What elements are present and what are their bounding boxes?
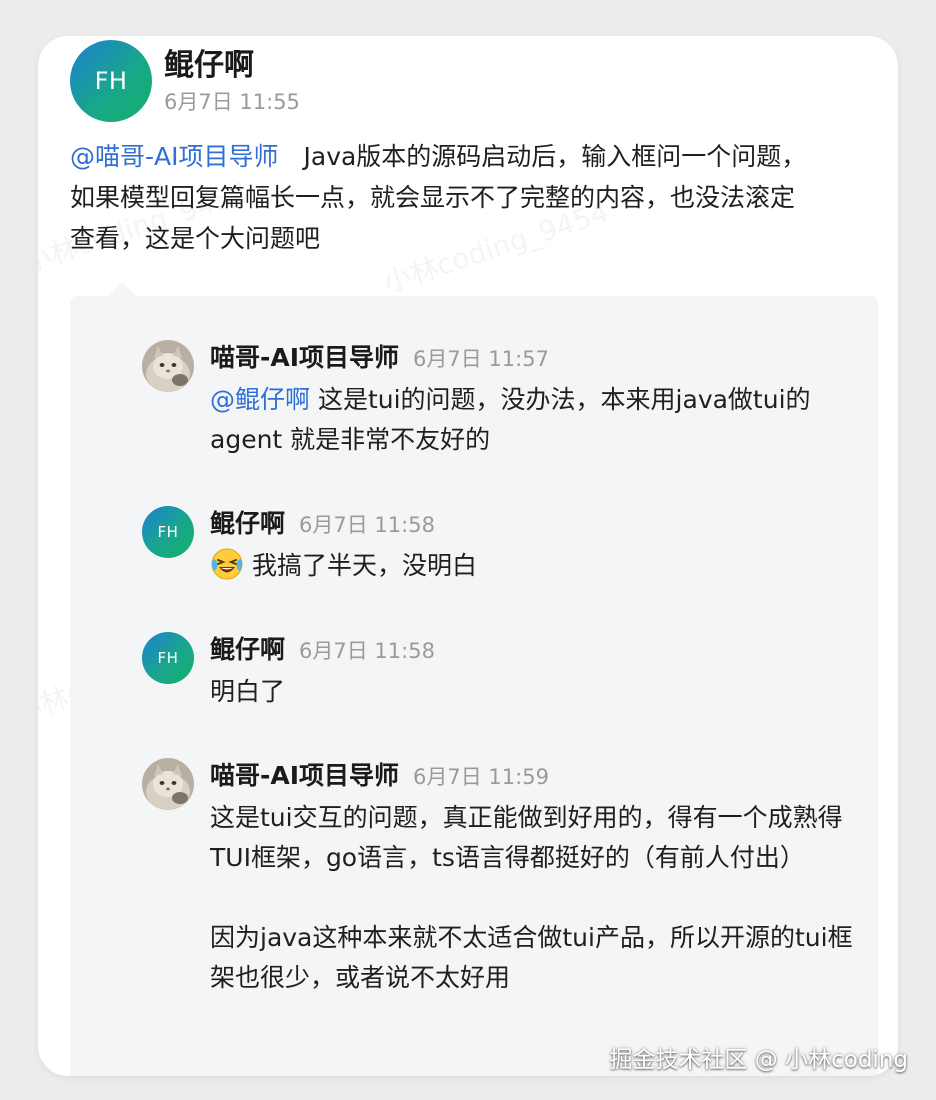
reply-content: 明白了 — [210, 677, 286, 706]
reply-content: 这是tui交互的问题，真正能做到好用的，得有一个成熟得TUI框架，go语言，ts… — [210, 798, 870, 998]
reply-timestamp: 6月7日 11:59 — [413, 765, 549, 789]
cat-avatar-image — [142, 340, 194, 392]
author-name[interactable]: 鲲仔啊 — [164, 40, 254, 84]
avatar[interactable] — [142, 758, 194, 810]
author-name[interactable]: 鲲仔啊 — [210, 635, 285, 664]
reply-content: @鲲仔啊 这是tui的问题，没办法，本来用java做tui的agent 就是非常… — [210, 380, 870, 460]
mention-link[interactable]: @鲲仔啊 — [210, 385, 310, 414]
screenshot-page: 小林coding_9454 小林coding_9454 小林coding_945… — [0, 0, 936, 1100]
reply-text: 我搞了半天，没明白 — [252, 551, 478, 580]
reply-timestamp: 6月7日 11:58 — [299, 513, 435, 537]
crying-laughing-face-icon — [211, 548, 243, 580]
reply-box-pointer — [108, 282, 136, 296]
reply-author[interactable]: 鲲仔啊 6月7日 11:58 — [210, 504, 435, 540]
reply-item: 喵哥-AI项目导师 6月7日 11:59 这是tui交互的问题，真正能做到好用的，… — [142, 756, 853, 1076]
comment-card: 小林coding_9454 小林coding_9454 小林coding_945… — [38, 36, 898, 1076]
reply-item: 喵哥-AI项目导师 6月7日 11:57 @鲲仔啊 这是tui的问题，没办法，本来… — [142, 338, 842, 468]
source-watermark: 掘金技术社区 @ 小林coding — [609, 1047, 908, 1073]
avatar[interactable]: FH — [142, 506, 194, 558]
reply-item: FH 鲲仔啊 6月7日 11:58 我搞了半天，没明白 — [142, 504, 842, 604]
reply-content: 我搞了半天，没明白 — [210, 546, 870, 586]
reply-author[interactable]: 鲲仔啊 6月7日 11:58 — [210, 630, 435, 666]
author-name[interactable]: 鲲仔啊 — [210, 509, 285, 538]
post-timestamp: 6月7日 11:55 — [164, 90, 300, 114]
avatar[interactable]: FH — [142, 632, 194, 684]
reply-paragraph: 因为java这种本来就不太适合做tui产品，所以开源的tui框架也很少，或者说不… — [210, 923, 853, 992]
mention-link[interactable]: @喵哥-AI项目导师 — [70, 142, 279, 171]
reply-timestamp: 6月7日 11:57 — [413, 347, 549, 371]
reply-author[interactable]: 喵哥-AI项目导师 6月7日 11:59 — [210, 756, 549, 792]
author-name[interactable]: 喵哥-AI项目导师 — [210, 761, 399, 790]
reply-paragraph: 这是tui交互的问题，真正能做到好用的，得有一个成熟得TUI框架，go语言，ts… — [210, 803, 843, 872]
reply-timestamp: 6月7日 11:58 — [299, 639, 435, 663]
reply-author[interactable]: 喵哥-AI项目导师 6月7日 11:57 — [210, 338, 549, 374]
reply-thread: 喵哥-AI项目导师 6月7日 11:57 @鲲仔啊 这是tui的问题，没办法，本来… — [70, 296, 878, 1076]
author-name[interactable]: 喵哥-AI项目导师 — [210, 343, 399, 372]
reply-item: FH 鲲仔啊 6月7日 11:58 明白了 — [142, 630, 842, 730]
avatar[interactable] — [142, 340, 194, 392]
post-content: @喵哥-AI项目导师 Java版本的源码启动后，输入框问一个问题，如果模型回复篇… — [70, 136, 810, 259]
author-avatar[interactable]: FH — [70, 40, 152, 122]
cat-avatar-image — [142, 758, 194, 810]
